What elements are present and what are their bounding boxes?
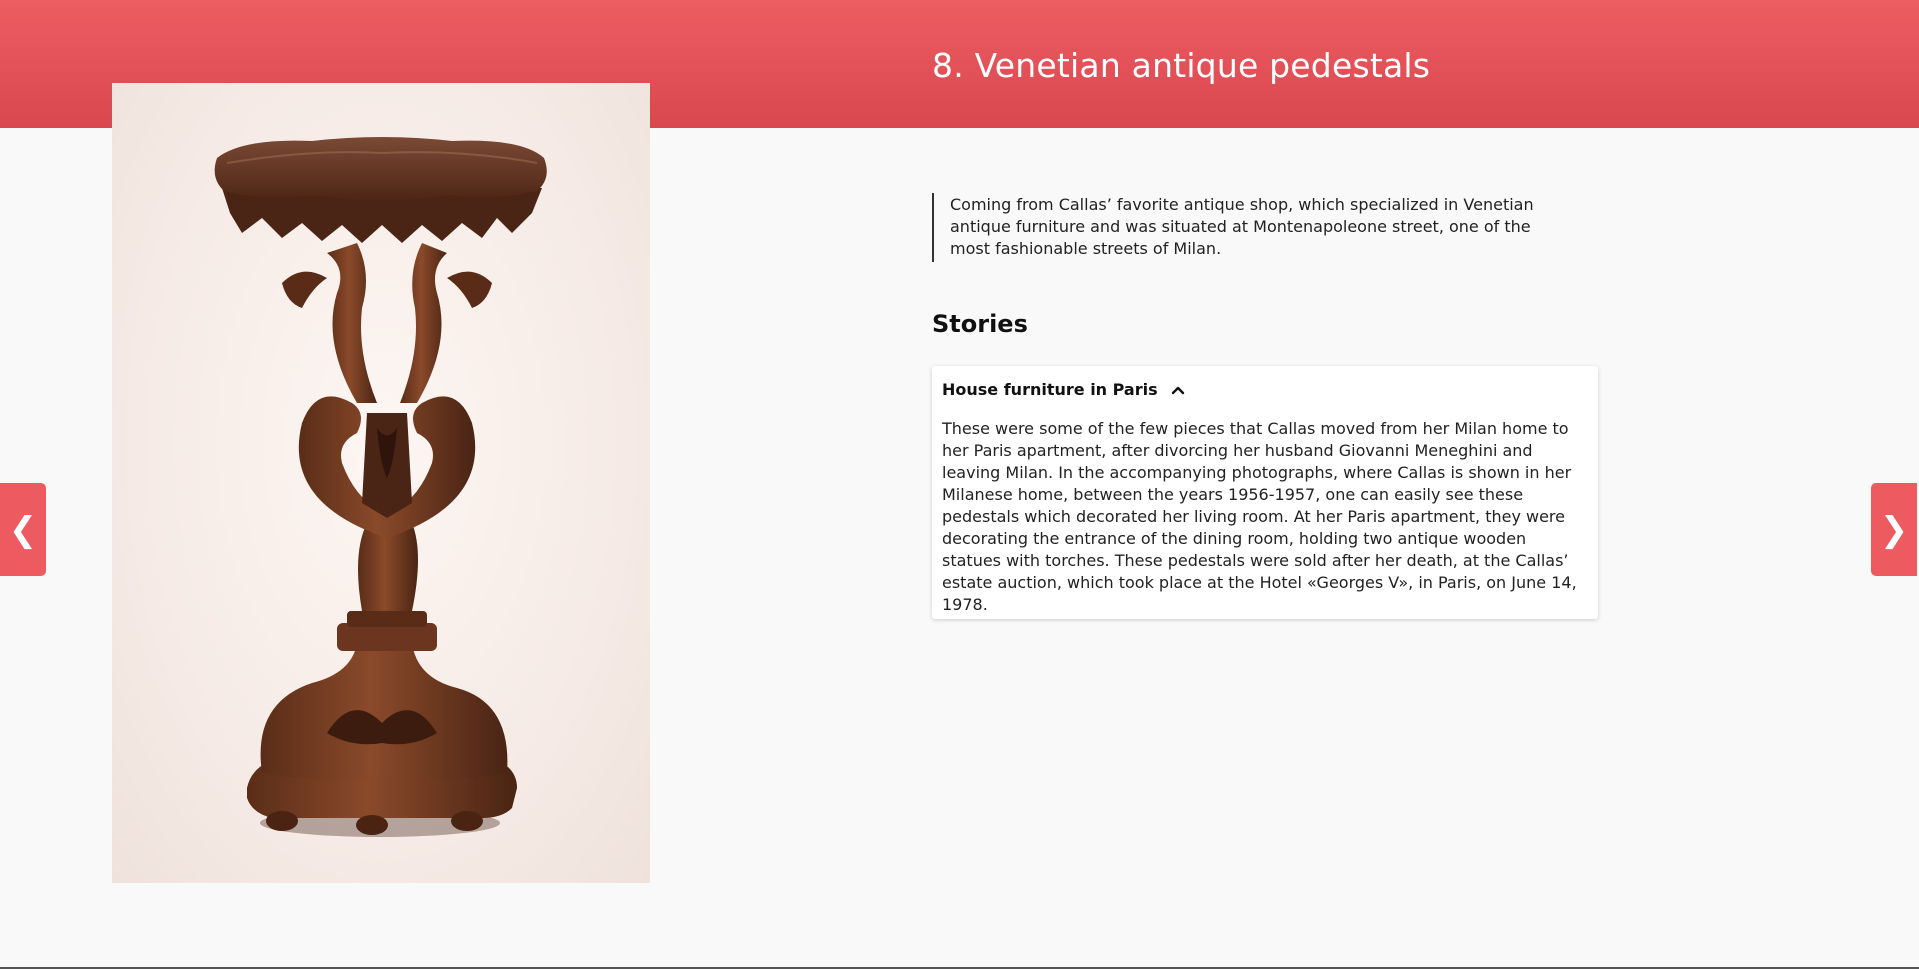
chevron-up-icon [1171, 386, 1184, 394]
story-body: These were some of the few pieces that C… [942, 419, 1577, 614]
pedestal-illustration [214, 137, 547, 837]
chevron-left-icon: ❮ [8, 509, 38, 550]
previous-button[interactable]: ❮ [0, 483, 46, 576]
story-toggle-house-furniture[interactable]: House furniture in Paris [942, 380, 1186, 399]
chevron-right-icon: ❯ [1879, 509, 1909, 550]
story-title: House furniture in Paris [942, 380, 1158, 399]
artwork-image [112, 83, 650, 883]
description-quote: Coming from Callas’ favorite antique sho… [932, 193, 1572, 262]
stories-heading: Stories [932, 310, 1028, 338]
next-button[interactable]: ❯ [1871, 483, 1917, 576]
story-card: House furniture in Paris These were some… [932, 366, 1598, 619]
page-title: 8. Venetian antique pedestals [932, 46, 1431, 85]
